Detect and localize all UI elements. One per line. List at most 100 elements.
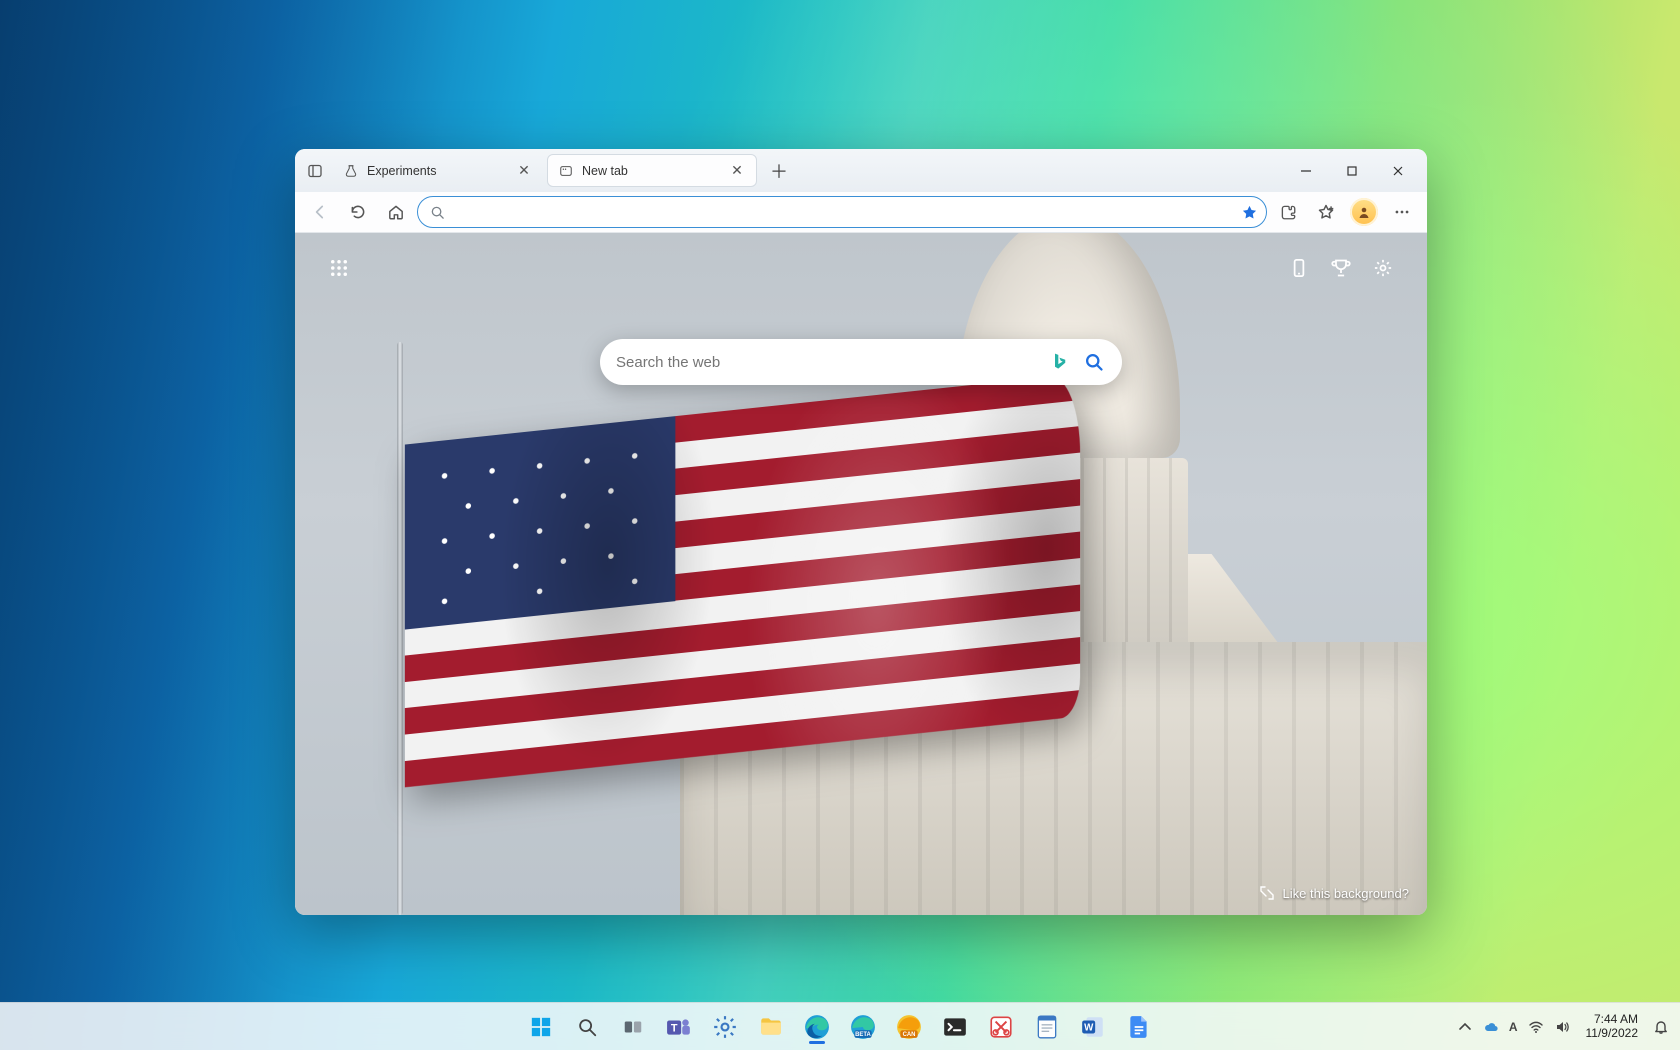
expand-icon [1259, 885, 1275, 901]
teams-button[interactable]: T [659, 1007, 699, 1047]
svg-text:CAN: CAN [903, 1032, 916, 1038]
word-icon: W [1080, 1014, 1106, 1040]
tray-clock[interactable]: 7:44 AM 11/9/2022 [1586, 1013, 1639, 1041]
toolbar [295, 192, 1427, 233]
refresh-button[interactable] [341, 196, 375, 228]
close-window-button[interactable] [1375, 155, 1421, 187]
svg-text:T: T [671, 1022, 678, 1034]
edge-icon [804, 1014, 830, 1040]
tab-title: Experiments [367, 164, 507, 178]
edge-beta-icon: BETA [850, 1014, 876, 1040]
favorite-button[interactable] [1241, 204, 1258, 221]
task-view-button[interactable] [613, 1007, 653, 1047]
chevron-up-icon [1457, 1019, 1473, 1035]
window-controls [1283, 155, 1421, 187]
like-background-label: Like this background? [1283, 886, 1409, 901]
cloud-icon [1483, 1019, 1499, 1035]
system-tray: A 7:44 AM 11/9/2022 [1457, 1013, 1680, 1041]
taskview-icon [622, 1016, 644, 1038]
browser-window: Experiments ✕ New tab ✕ ＋ [295, 149, 1427, 915]
phone-icon [1289, 258, 1309, 278]
web-search-bar[interactable] [600, 339, 1122, 385]
start-button[interactable] [521, 1007, 561, 1047]
avatar-icon [1350, 198, 1378, 226]
edge-canary-button[interactable]: CAN [889, 1007, 929, 1047]
tray-network-button[interactable] [1528, 1019, 1544, 1035]
edge-canary-icon: CAN [896, 1014, 922, 1040]
edge-beta-button[interactable]: BETA [843, 1007, 883, 1047]
star-outline-icon [1317, 203, 1335, 221]
page-settings-button[interactable] [1365, 250, 1401, 286]
google-docs-button[interactable] [1119, 1007, 1159, 1047]
new-tab-button[interactable]: ＋ [765, 157, 793, 185]
tab-actions-icon [307, 163, 323, 179]
svg-text:W: W [1084, 1022, 1094, 1033]
file-explorer-button[interactable] [751, 1007, 791, 1047]
home-icon [387, 203, 405, 221]
edge-button[interactable] [797, 1007, 837, 1047]
tray-onedrive-button[interactable] [1483, 1019, 1499, 1035]
grid-icon [329, 258, 349, 278]
settings-app-button[interactable] [705, 1007, 745, 1047]
hero-top-bar [295, 233, 1427, 303]
newtab-content: Like this background? [295, 233, 1427, 915]
bell-icon [1653, 1019, 1669, 1035]
windows-icon [530, 1016, 552, 1038]
taskbar-center: T BETA CAN W [521, 1007, 1159, 1047]
tab-close-button[interactable]: ✕ [728, 162, 746, 180]
tab-new-tab[interactable]: New tab ✕ [547, 154, 757, 187]
minimize-button[interactable] [1283, 155, 1329, 187]
trophy-icon [1331, 258, 1351, 278]
gear-icon [1373, 258, 1393, 278]
favorites-button[interactable] [1309, 196, 1343, 228]
notepad-button[interactable] [1027, 1007, 1067, 1047]
ellipsis-icon [1393, 203, 1411, 221]
terminal-button[interactable] [935, 1007, 975, 1047]
tab-title: New tab [582, 164, 720, 178]
search-icon [576, 1016, 598, 1038]
wifi-icon [1528, 1019, 1544, 1035]
folder-icon [758, 1014, 784, 1040]
star-filled-icon [1241, 204, 1258, 221]
extensions-button[interactable] [1271, 196, 1305, 228]
snip-icon [988, 1014, 1014, 1040]
refresh-icon [349, 203, 367, 221]
puzzle-icon [1279, 203, 1297, 221]
search-icon [1084, 352, 1104, 372]
profile-button[interactable] [1347, 196, 1381, 228]
taskbar-search-button[interactable] [567, 1007, 607, 1047]
tab-actions-button[interactable] [301, 157, 329, 185]
like-background-hint[interactable]: Like this background? [1259, 885, 1409, 901]
tray-overflow-button[interactable] [1457, 1019, 1473, 1035]
tray-time: 7:44 AM [1586, 1013, 1639, 1027]
teams-icon: T [666, 1014, 692, 1040]
app-launcher-button[interactable] [321, 250, 357, 286]
address-input[interactable] [453, 204, 1233, 220]
tab-close-button[interactable]: ✕ [515, 162, 533, 180]
home-button[interactable] [379, 196, 413, 228]
search-submit-button[interactable] [1082, 350, 1106, 374]
tab-strip: Experiments ✕ New tab ✕ ＋ [295, 149, 1427, 192]
mobile-button[interactable] [1281, 250, 1317, 286]
tab-experiments[interactable]: Experiments ✕ [333, 154, 543, 187]
maximize-button[interactable] [1329, 155, 1375, 187]
rewards-button[interactable] [1323, 250, 1359, 286]
tray-date: 11/9/2022 [1586, 1027, 1639, 1041]
word-button[interactable]: W [1073, 1007, 1113, 1047]
snipping-tool-button[interactable] [981, 1007, 1021, 1047]
web-search-input[interactable] [616, 354, 1038, 371]
back-icon [311, 203, 329, 221]
tray-volume-button[interactable] [1554, 1019, 1570, 1035]
taskbar: T BETA CAN W [0, 1002, 1680, 1050]
terminal-icon [942, 1014, 968, 1040]
address-bar[interactable] [417, 196, 1267, 228]
search-icon [430, 205, 445, 220]
more-button[interactable] [1385, 196, 1419, 228]
back-button[interactable] [303, 196, 337, 228]
notepad-icon [1034, 1014, 1060, 1040]
tray-language-button[interactable]: A [1509, 1020, 1518, 1034]
flask-icon [343, 163, 359, 179]
notifications-button[interactable] [1648, 1014, 1674, 1040]
hero-overlay: Like this background? [295, 233, 1427, 915]
bing-icon [1050, 352, 1070, 372]
